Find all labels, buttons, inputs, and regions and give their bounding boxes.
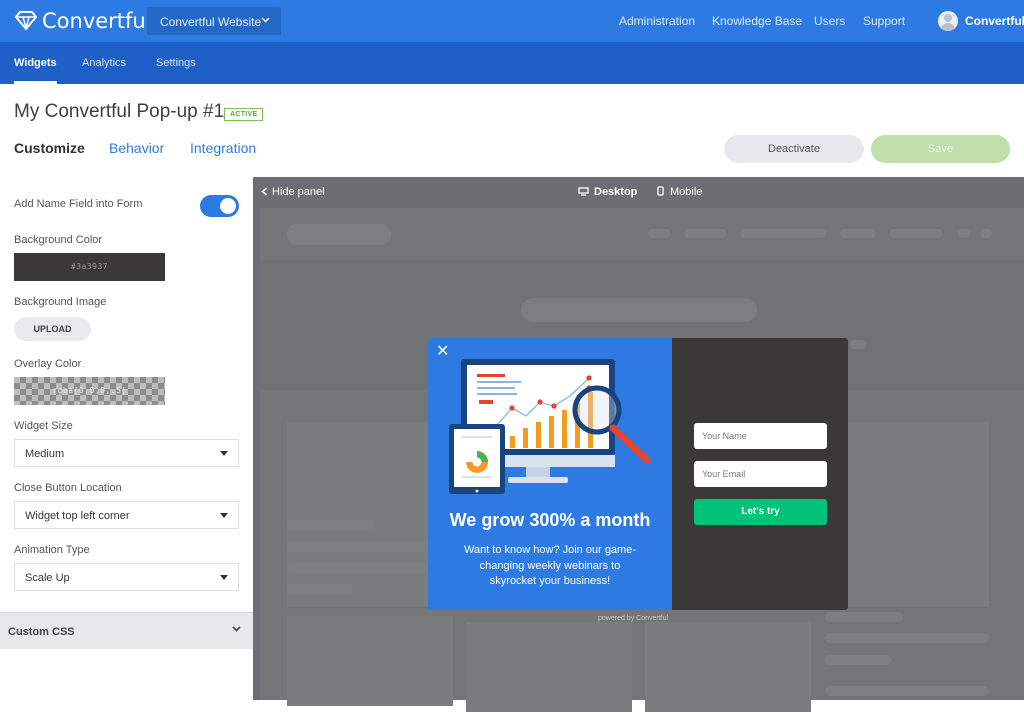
settings-panel: Add Name Field into Form Background Colo… [0,177,253,700]
bg-color-picker[interactable]: #3a3937 [14,253,165,281]
chevron-down-icon [261,17,270,23]
tab-customize[interactable]: Customize [14,140,85,156]
upload-button[interactable]: UPLOAD [14,317,91,341]
top-bar: Convertful Convertful Website Administra… [0,0,1024,42]
popup-text: Want to know how? Join our game-changing… [463,544,636,587]
avatar [938,11,958,31]
hide-panel-label: Hide panel [272,186,325,198]
caret-down-icon [220,513,228,518]
desktop-label: Desktop [594,186,638,198]
custom-css-label: Custom CSS [8,626,75,638]
animation-value: Scale Up [25,572,70,584]
desktop-icon [578,187,589,196]
custom-css-section[interactable]: Custom CSS [0,612,253,649]
overlay-color-label: Overlay Color [14,358,82,370]
mobile-icon [657,186,664,196]
overlay-color-picker[interactable]: rgba(0,0,0,.5) [14,377,165,405]
widget-size-value: Medium [25,448,65,460]
chevron-down-icon [232,626,241,632]
animation-select[interactable]: Scale Up [14,563,239,591]
widget-size-select[interactable]: Medium [14,439,239,467]
nav-users[interactable]: Users [814,14,845,28]
close-location-label: Close Button Location [14,482,122,494]
name-field-toggle[interactable] [200,195,239,217]
name-field-label: Add Name Field into Form [14,198,143,210]
lets-try-button[interactable]: Let's try [694,499,827,525]
popup-widget: ✕ We grow 300% a month Want to know how?… [428,338,848,610]
nav-knowledge-base[interactable]: Knowledge Base [712,14,802,28]
diamond-logo-icon [14,11,38,31]
mobile-label: Mobile [670,186,703,198]
status-badge: ACTIVE [224,108,264,121]
preview-toolbar: Hide panel Desktop Mobile [253,177,1024,208]
name-input[interactable] [694,423,827,449]
close-location-value: Widget top left corner [25,510,130,522]
powered-by[interactable]: powered by Convertful [598,615,668,622]
caret-down-icon [220,451,228,456]
nav-administration[interactable]: Administration [619,14,695,28]
tab-settings[interactable]: Settings [156,57,196,69]
nav-support[interactable]: Support [863,14,905,28]
sub-nav: Widgets Analytics Settings [0,42,1024,84]
analytics-illustration [449,359,651,494]
tab-analytics[interactable]: Analytics [82,57,126,69]
user-menu[interactable]: Convertful [938,11,1024,31]
email-input[interactable] [694,461,827,487]
desktop-toggle[interactable]: Desktop [578,186,637,198]
tab-widgets[interactable]: Widgets [14,57,57,84]
save-button[interactable]: Save [871,135,1010,163]
logo[interactable]: Convertful [14,9,152,33]
close-location-select[interactable]: Widget top left corner [14,501,239,529]
site-selector[interactable]: Convertful Website [147,7,281,35]
mobile-toggle[interactable]: Mobile [657,186,702,198]
tab-integration[interactable]: Integration [190,140,256,156]
popup-title: We grow 300% a month [449,510,651,530]
caret-down-icon [220,575,228,580]
page-header: My Convertful Pop-up #1 ACTIVE Customize… [0,84,1024,177]
animation-label: Animation Type [14,544,90,556]
popup-left-panel: ✕ We grow 300% a month Want to know how?… [428,338,672,610]
widget-size-label: Widget Size [14,420,73,432]
bg-color-label: Background Color [14,234,103,246]
tab-behavior[interactable]: Behavior [109,140,164,156]
popup-form-panel: Let's try [672,338,848,610]
chevron-left-icon [261,187,268,196]
page-title[interactable]: My Convertful Pop-up #1 [14,101,224,123]
bg-image-label: Background Image [14,296,107,308]
logo-text: Convertful [42,9,152,33]
deactivate-button[interactable]: Deactivate [724,135,864,163]
user-name: Convertful [965,14,1024,28]
site-selector-label: Convertful Website [160,15,262,29]
hide-panel-button[interactable]: Hide panel [261,186,325,198]
